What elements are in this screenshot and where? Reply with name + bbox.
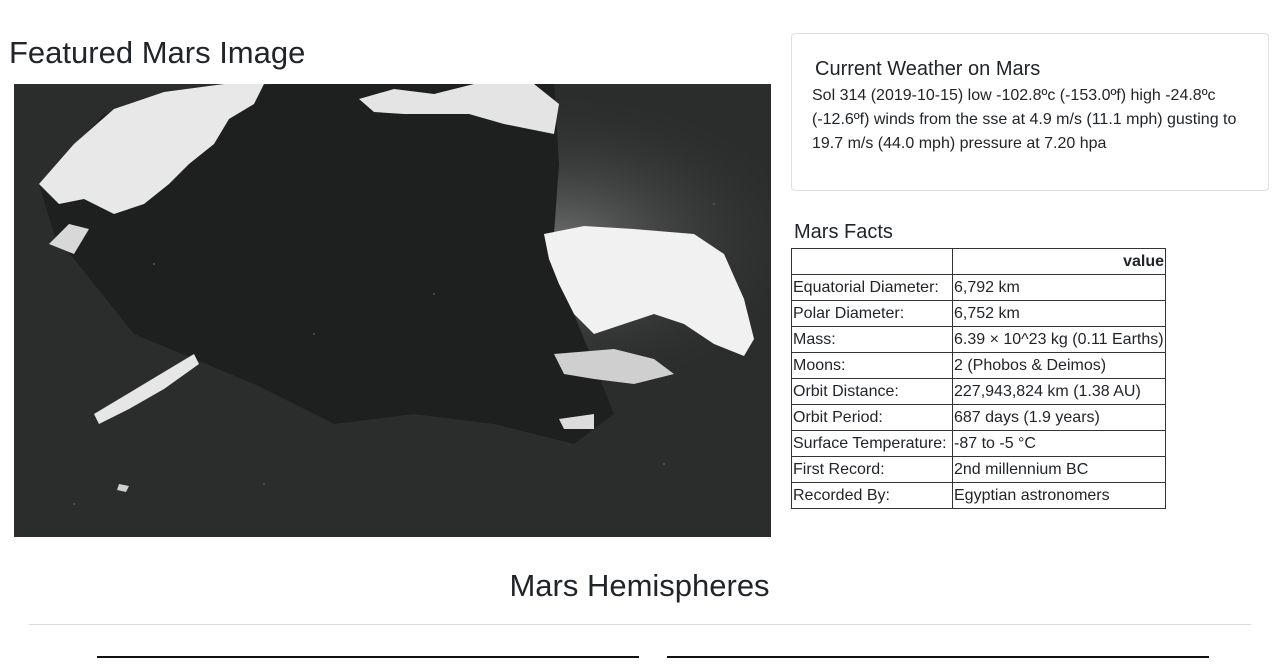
weather-title: Current Weather on Mars — [815, 58, 1041, 80]
fact-value: 6,792 km — [952, 274, 1166, 301]
fact-value: 6.39 × 10^23 kg (0.11 Earths) — [952, 326, 1166, 353]
fact-label: Orbit Distance: — [791, 378, 953, 405]
table-header-cell: value — [952, 248, 1166, 275]
table-row: Moons: 2 (Phobos & Deimos) — [791, 352, 1166, 379]
table-row: Equatorial Diameter: 6,792 km — [791, 274, 1166, 301]
mars-facts-table: value Equatorial Diameter: 6,792 km Pola… — [791, 248, 1166, 509]
section-divider — [29, 624, 1251, 625]
fact-label: First Record: — [791, 456, 953, 483]
featured-image-title: Featured Mars Image — [9, 35, 306, 70]
mars-facts-title: Mars Facts — [794, 221, 893, 243]
fact-label: Equatorial Diameter: — [791, 274, 953, 301]
fact-value: 6,752 km — [952, 300, 1166, 327]
fact-label: Recorded By: — [791, 482, 953, 509]
table-row: Surface Temperature: -87 to -5 °C — [791, 430, 1166, 457]
table-row: Recorded By: Egyptian astronomers — [791, 482, 1166, 509]
fact-label: Orbit Period: — [791, 404, 953, 431]
fact-value: 227,943,824 km (1.38 AU) — [952, 378, 1166, 405]
fact-label: Polar Diameter: — [791, 300, 953, 327]
fact-value: 687 days (1.9 years) — [952, 404, 1166, 431]
table-row: First Record: 2nd millennium BC — [791, 456, 1166, 483]
weather-card: Current Weather on Mars Sol 314 (2019-10… — [791, 33, 1269, 191]
fact-value: Egyptian astronomers — [952, 482, 1166, 509]
fact-label: Mass: — [791, 326, 953, 353]
fact-value: 2nd millennium BC — [952, 456, 1166, 483]
table-header-cell — [791, 248, 953, 275]
table-row: Mass: 6.39 × 10^23 kg (0.11 Earths) — [791, 326, 1166, 353]
table-row: Orbit Distance: 227,943,824 km (1.38 AU) — [791, 378, 1166, 405]
table-header-row: value — [791, 248, 1166, 275]
fact-value: -87 to -5 °C — [952, 430, 1166, 457]
weather-report: Sol 314 (2019-10-15) low -102.8ºc (-153.… — [812, 87, 1237, 152]
fact-label: Surface Temperature: — [791, 430, 953, 457]
table-row: Orbit Period: 687 days (1.9 years) — [791, 404, 1166, 431]
hemispheres-title: Mars Hemispheres — [509, 568, 770, 603]
fact-label: Moons: — [791, 352, 953, 379]
comet-photo — [14, 84, 771, 537]
fact-value: 2 (Phobos & Deimos) — [952, 352, 1166, 379]
featured-mars-image[interactable] — [14, 84, 771, 537]
table-row: Polar Diameter: 6,752 km — [791, 300, 1166, 327]
